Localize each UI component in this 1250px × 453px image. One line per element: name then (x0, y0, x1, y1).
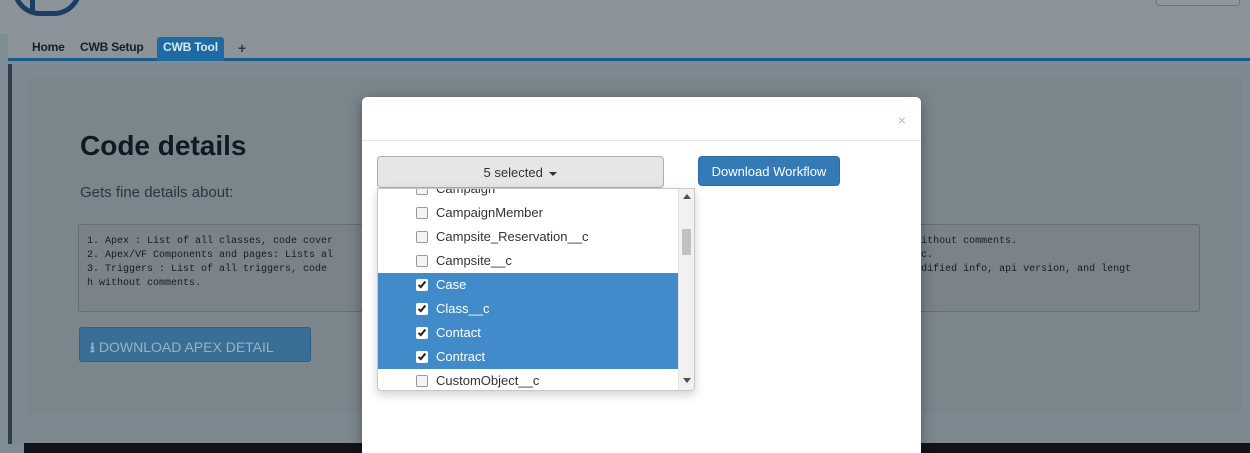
page-subtitle: Gets fine details about: (80, 184, 234, 201)
top-header (0, 0, 1250, 34)
option-label: Contact (436, 325, 481, 340)
scroll-down-icon[interactable] (683, 378, 691, 383)
option-campsite-reservation[interactable]: Campsite_Reservation__c (378, 225, 679, 249)
option-contract[interactable]: Contract (378, 345, 679, 369)
checkbox[interactable] (416, 189, 428, 195)
caret-down-icon (549, 171, 558, 176)
object-multiselect-button[interactable]: 5 selected (377, 156, 664, 188)
modal-header: × (362, 97, 921, 141)
page-title: Code details (80, 130, 247, 161)
check-icon (417, 351, 427, 361)
download-workflow-button[interactable]: Download Workflow (698, 156, 840, 186)
checkbox-checked[interactable] (416, 351, 428, 363)
tab-cwb-setup[interactable]: CWB Setup (80, 40, 144, 54)
option-customobject[interactable]: CustomObject__c (378, 369, 679, 390)
option-campaignmember[interactable]: CampaignMember (378, 201, 679, 225)
option-list: Campaign CampaignMember Campsite_Reserva… (378, 188, 679, 390)
checkbox[interactable] (416, 375, 428, 387)
multiselect-label: 5 selected (483, 165, 543, 180)
option-label: Case (436, 277, 467, 292)
app-logo-mark (30, 0, 35, 14)
add-tab-button[interactable]: + (238, 40, 246, 56)
download-apex-label: DOWNLOAD APEX DETAIL (98, 339, 274, 355)
option-label: CustomObject__c (436, 373, 540, 388)
tab-cwb-tool[interactable]: CWB Tool (157, 37, 224, 61)
checkbox-checked[interactable] (416, 279, 428, 291)
download-apex-detail-button[interactable]: ⭳ DOWNLOAD APEX DETAIL (79, 327, 311, 362)
option-label: Contract (436, 349, 486, 364)
check-icon (417, 303, 427, 313)
option-label: Campaign (436, 188, 496, 196)
multiselect-dropdown: Campaign CampaignMember Campsite_Reserva… (377, 188, 695, 391)
dropdown-scrollbar[interactable] (678, 189, 694, 390)
option-label: Class__c (436, 301, 490, 316)
scrollbar-thumb[interactable] (682, 229, 691, 255)
option-label: CampaignMember (436, 205, 543, 220)
tab-home[interactable]: Home (32, 40, 65, 54)
option-campaign[interactable]: Campaign (378, 188, 679, 201)
option-case[interactable]: Case (378, 273, 679, 297)
workflow-modal: × 5 selected Download Workflow Campaign … (362, 97, 921, 453)
download-icon: ⭳ (90, 339, 95, 355)
option-label: Campsite__c (436, 253, 512, 268)
option-label: Campsite_Reservation__c (436, 229, 589, 244)
scroll-up-icon[interactable] (683, 194, 691, 199)
checkbox[interactable] (416, 231, 428, 243)
check-icon (417, 279, 427, 289)
option-class[interactable]: Class__c (378, 297, 679, 321)
close-icon[interactable]: × (898, 112, 906, 128)
checkbox-checked[interactable] (416, 303, 428, 315)
checkbox-checked[interactable] (416, 327, 428, 339)
check-icon (417, 327, 427, 337)
checkbox[interactable] (416, 255, 428, 267)
option-contact[interactable]: Contact (378, 321, 679, 345)
option-campsite[interactable]: Campsite__c (378, 249, 679, 273)
tab-bar: Home CWB Setup CWB Tool + (8, 34, 1250, 61)
app-logo (12, 0, 82, 16)
checkbox[interactable] (416, 207, 428, 219)
header-button[interactable] (1156, 0, 1240, 6)
